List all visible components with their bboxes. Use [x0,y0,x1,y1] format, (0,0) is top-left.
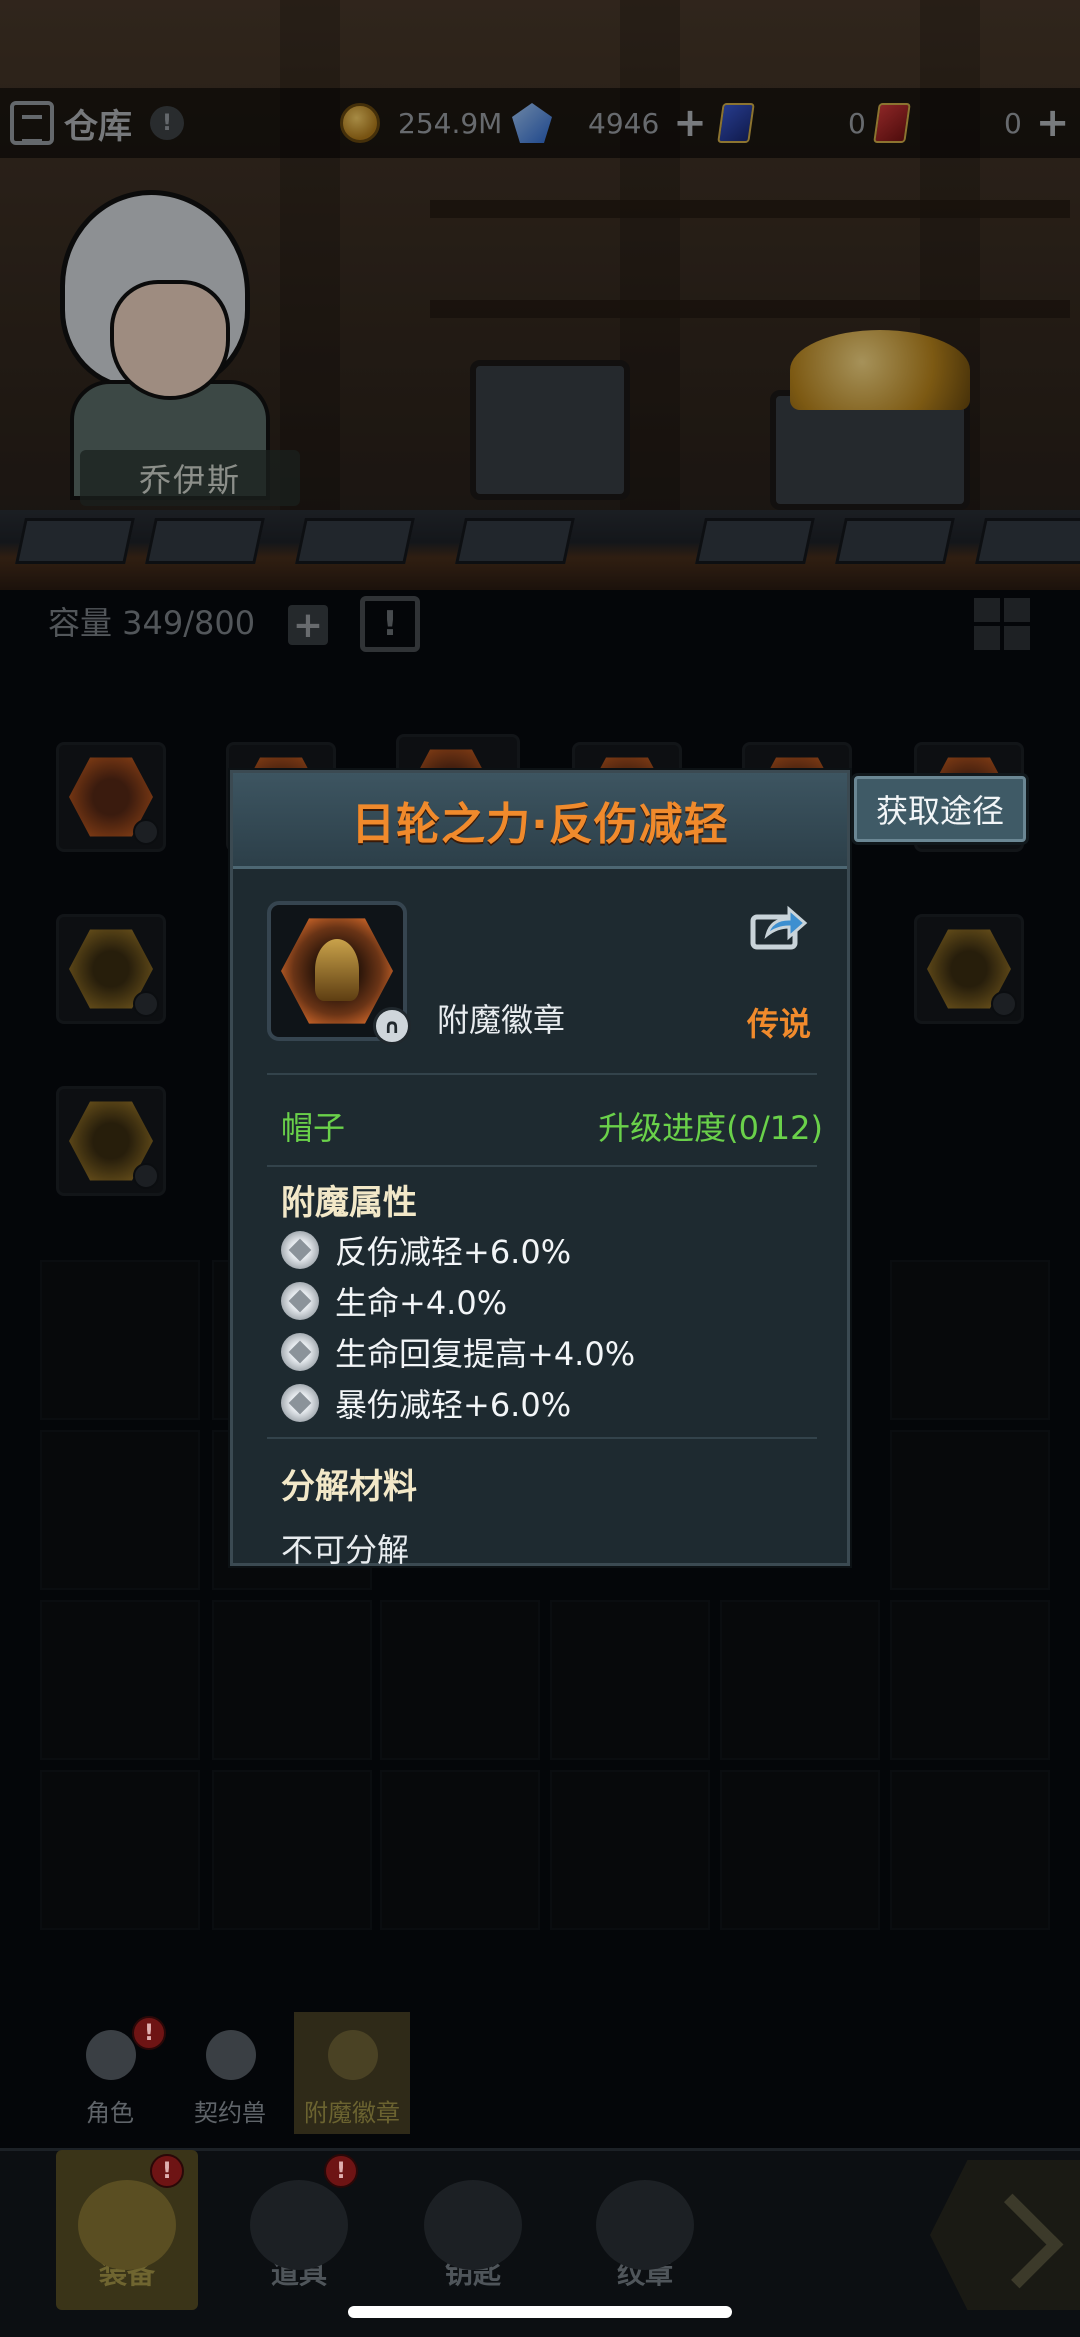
decompose-title: 分解材料 [281,1467,417,1507]
attribute-text: 生命+4.0% [335,1284,508,1322]
popup-header: 日轮之力·反伤减轻 [233,773,847,869]
decompose-value: 不可分解 [281,1531,410,1569]
subtab-label: 角色 [86,2099,134,2127]
attribute-gem-icon [281,1333,319,1371]
item-type-label: 附魔徽章 [437,1001,566,1039]
subtab-enchant-badge[interactable]: 附魔徽章 [294,2012,410,2134]
tab-equipment[interactable]: ! 装备 [56,2150,198,2310]
home-indicator[interactable] [348,2306,732,2318]
divider [267,1165,817,1167]
alert-badge: ! [150,2154,184,2188]
attribute-text: 生命回复提高+4.0% [335,1335,636,1373]
enchant-badge-icon [328,2030,378,2080]
key-icon [424,2180,522,2270]
tab-keys[interactable]: 钥匙 [402,2150,544,2310]
attribute-gem-icon [281,1384,319,1422]
upgrade-progress: 升级进度(0/12) [598,1109,823,1147]
emblem-icon [596,2180,694,2270]
share-icon[interactable] [749,901,809,951]
acquire-source-button[interactable]: 获取途径 [854,776,1026,842]
equip-slot-label: 帽子 [281,1109,346,1147]
attribute-row: 暴伤减轻+6.0% [281,1380,571,1426]
alert-badge: ! [324,2154,358,2188]
character-icon [86,2030,136,2080]
attribute-row: 生命+4.0% [281,1278,507,1324]
rarity-label: 传说 [747,1005,812,1043]
subtab-pet[interactable]: 契约兽 [172,2012,288,2134]
equipment-icon [78,2180,176,2270]
crest-icon [315,939,359,1001]
attribute-row: 反伤减轻+6.0% [281,1227,571,1273]
item-detail-popup: 日轮之力·反伤减轻 ∩ 附魔徽章 传说 帽子 升级进度(0/12) 附魔属性 反… [230,770,850,1569]
tab-emblems[interactable]: 纹章 [574,2150,716,2310]
attribute-text: 反伤减轻+6.0% [335,1233,572,1271]
chest-icon [250,2180,348,2270]
category-subtabs: ! 角色 契约兽 附魔徽章 [52,2012,412,2134]
attribute-gem-icon [281,1282,319,1320]
divider [267,1073,817,1075]
attribute-text: 暴伤减轻+6.0% [335,1386,572,1424]
tab-items[interactable]: ! 道具 [228,2150,370,2310]
item-title: 日轮之力·反伤减轻 [351,798,729,850]
helmet-slot-icon: ∩ [373,1007,411,1045]
attributes-title: 附魔属性 [281,1183,417,1223]
subtab-label: 契约兽 [194,2099,266,2127]
subtab-character[interactable]: ! 角色 [52,2012,168,2134]
item-icon-frame[interactable]: ∩ [267,901,411,1045]
alert-badge: ! [132,2016,166,2050]
paw-icon [206,2030,256,2080]
divider [267,1437,817,1439]
attribute-gem-icon [281,1231,319,1269]
subtab-label: 附魔徽章 [304,2099,400,2127]
attribute-row: 生命回复提高+4.0% [281,1329,635,1375]
